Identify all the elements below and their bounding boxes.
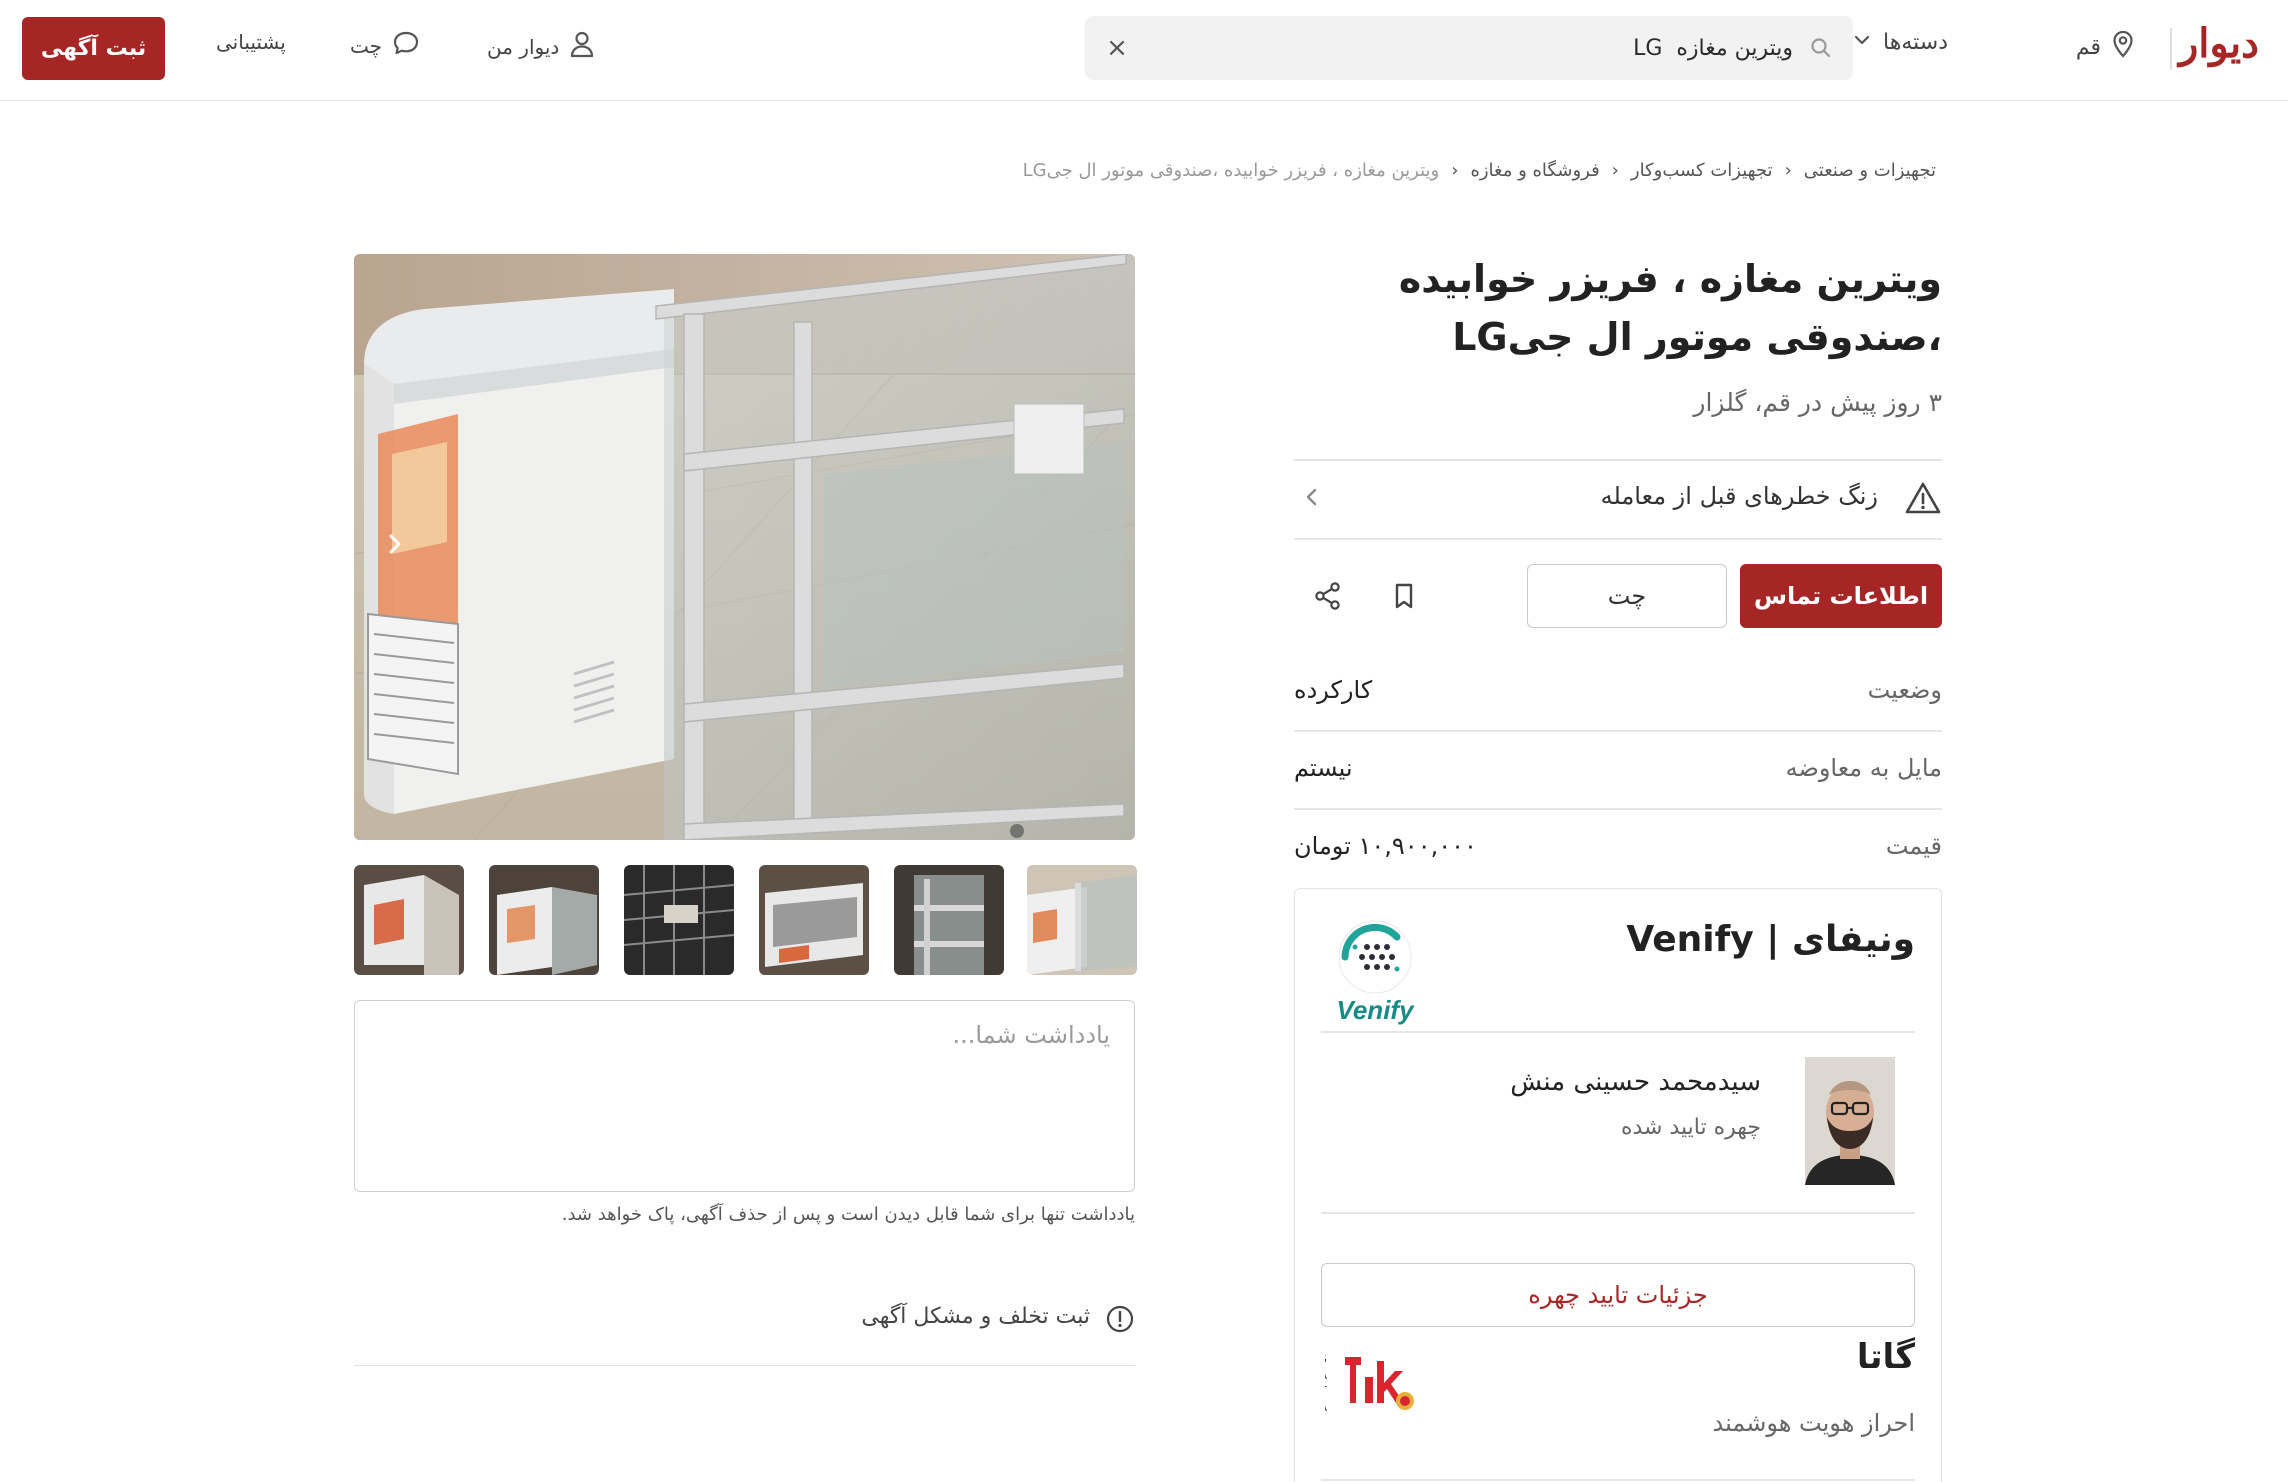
image-next-button[interactable] — [374, 524, 414, 564]
svg-text:T: T — [1325, 1383, 1327, 1398]
breadcrumb-item[interactable]: تجهیزات کسب‌وکار — [1631, 160, 1773, 181]
divider — [1294, 459, 1942, 461]
thumbnail-image[interactable] — [354, 865, 464, 975]
user-icon — [569, 30, 595, 63]
info-value: کارکرده — [1294, 676, 1373, 704]
venify-logo: Venify — [1325, 917, 1425, 1025]
categories-dropdown[interactable]: دسته‌ها — [1853, 30, 1948, 55]
svg-text:A: A — [1325, 1367, 1327, 1382]
breadcrumb-current: ویترین مغازه ، فریزر خوابیده ،صندوقی موت… — [1022, 160, 1440, 181]
personal-note-input[interactable] — [354, 1000, 1135, 1192]
post-ad-button[interactable]: ثبت آگهی — [22, 17, 165, 80]
categories-label: دسته‌ها — [1883, 30, 1948, 55]
price-value: ۱۰,۹۰۰,۰۰۰ تومان — [1294, 832, 1477, 860]
info-key: وضعیت — [1867, 676, 1942, 704]
header-divider — [2170, 28, 2172, 70]
ad-time-location: ۳ روز پیش در قم، گلزار — [1693, 388, 1942, 417]
ad-title: ویترین مغازه ، فریزر خوابیده ،صندوقی موت… — [1398, 257, 1942, 359]
safety-warning-text: زنگ خطرهای قبل از معامله — [1600, 482, 1878, 510]
verification-card: ونیفای | Venify Venify سیدمحمد حسینی منش… — [1294, 888, 1942, 1482]
gata-subtitle: احراز هویت هوشمند — [1712, 1409, 1915, 1437]
verified-person-name: سیدمحمد حسینی منش — [1510, 1067, 1761, 1097]
thumbnail-image[interactable] — [759, 865, 869, 975]
chevron-left-icon — [1304, 486, 1320, 514]
info-key: مایل به معاوضه — [1785, 754, 1942, 782]
divider — [1321, 1479, 1915, 1481]
my-divar-label: دیوار من — [487, 34, 560, 59]
top-header: دیوار قم دسته‌ها × دیوار من چت پشتیبانی — [0, 0, 2288, 101]
safety-warning-row[interactable]: زنگ خطرهای قبل از معامله — [1294, 462, 1942, 538]
venify-title: ونیفای | Venify — [1626, 919, 1915, 960]
note-hint: یادداشت تنها برای شما قابل دیدن است و پس… — [561, 1204, 1135, 1225]
chat-label: چت — [350, 33, 383, 58]
my-divar-link[interactable]: دیوار من — [487, 30, 595, 63]
face-verification-details-button[interactable]: جزئیات تایید چهره — [1321, 1263, 1915, 1327]
breadcrumb-item[interactable]: تجهیزات و صنعتی — [1804, 160, 1936, 181]
thumbnail-strip — [354, 865, 1137, 975]
info-row-condition: وضعیت کارکرده — [1294, 652, 1942, 730]
thumbnail-image[interactable] — [489, 865, 599, 975]
info-row-price: قیمت ۱۰,۹۰۰,۰۰۰ تومان — [1294, 808, 1942, 886]
contact-info-button[interactable]: اطلاعات تماس — [1740, 564, 1942, 628]
info-row-exchange: مایل به معاوضه نیستم — [1294, 730, 1942, 808]
close-icon[interactable]: × — [1101, 32, 1133, 64]
share-icon[interactable] — [1312, 580, 1344, 612]
city-selector[interactable]: قم — [2076, 30, 2135, 64]
thumbnail-image[interactable] — [1027, 865, 1137, 975]
verified-status: چهره تایید شده — [1620, 1115, 1761, 1140]
report-ad-label: ثبت تخلف و مشکل آگهی — [861, 1304, 1090, 1329]
warning-triangle-icon — [1904, 480, 1942, 520]
support-label: پشتیبانی — [216, 30, 286, 54]
breadcrumb: تجهیزات و صنعتی ‹ تجهیزات کسب‌وکار ‹ فرو… — [1023, 160, 1936, 181]
info-key: قیمت — [1885, 832, 1942, 860]
image-pagination-dot — [1010, 824, 1024, 838]
info-circle-icon — [1105, 1304, 1135, 1338]
search-bar: × — [1085, 16, 1853, 80]
search-input[interactable] — [1193, 28, 1793, 68]
thumbnail-image[interactable] — [624, 865, 734, 975]
bookmark-icon[interactable] — [1388, 580, 1420, 612]
gata-title: گاتا — [1856, 1337, 1915, 1377]
svg-text:G: G — [1325, 1351, 1327, 1366]
svg-text:A: A — [1325, 1399, 1327, 1414]
city-label: قم — [2075, 34, 2101, 60]
info-value: نیستم — [1294, 754, 1353, 782]
divar-logo[interactable]: دیوار — [2179, 20, 2260, 67]
thumbnail-image[interactable] — [894, 865, 1004, 975]
chevron-left-icon: ‹ — [1611, 160, 1619, 181]
breadcrumb-item[interactable]: فروشگاه و مغازه — [1470, 160, 1599, 181]
report-ad-row[interactable]: ثبت تخلف و مشکل آگهی — [354, 1280, 1135, 1366]
avatar — [1805, 1057, 1895, 1185]
venify-logo-text: Venify — [1336, 995, 1415, 1025]
divider — [1321, 1031, 1915, 1033]
divider — [1294, 538, 1942, 540]
gata-logo: GATA — [1317, 1347, 1425, 1427]
support-link[interactable]: پشتیبانی — [216, 30, 286, 54]
chat-button[interactable]: چت — [1527, 564, 1727, 628]
chevron-left-icon: ‹ — [1451, 160, 1459, 181]
chevron-left-icon: ‹ — [1784, 160, 1792, 181]
main-ad-image[interactable] — [354, 254, 1135, 840]
map-pin-icon — [2111, 30, 2135, 64]
search-icon — [1809, 36, 1833, 64]
divider — [1321, 1212, 1915, 1214]
chat-bubble-icon — [392, 30, 420, 61]
chevron-down-icon — [1853, 30, 1871, 55]
chat-link[interactable]: چت — [350, 30, 420, 61]
